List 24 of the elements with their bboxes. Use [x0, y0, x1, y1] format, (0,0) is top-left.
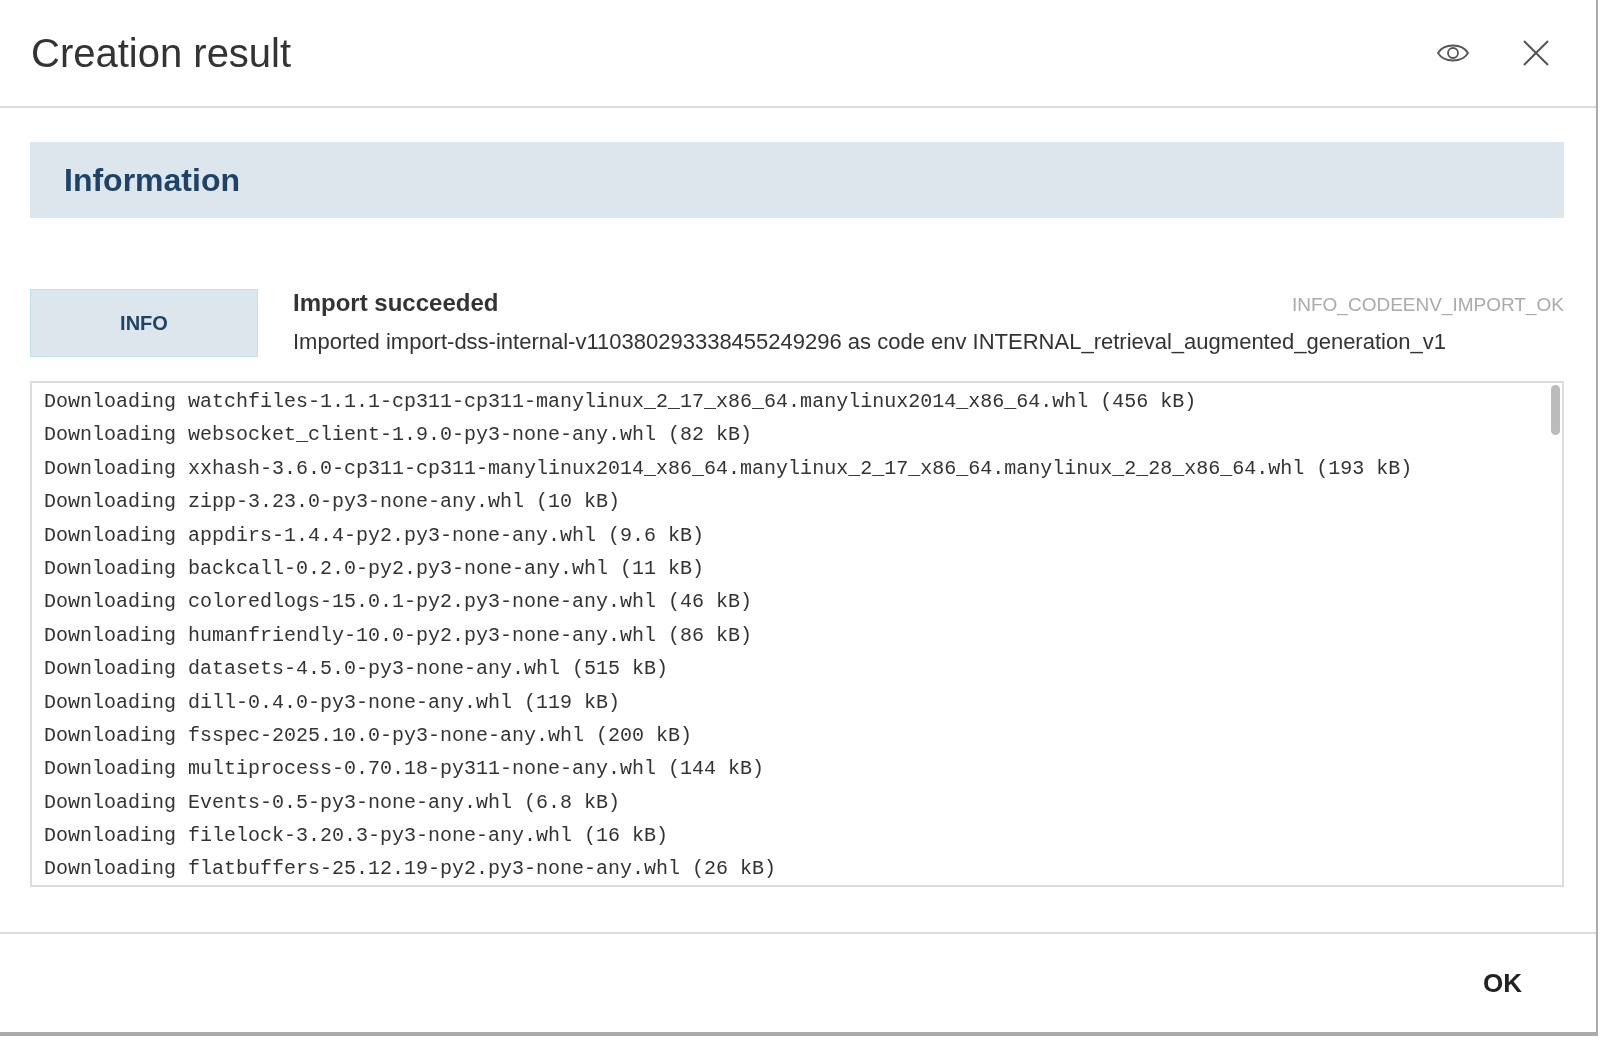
- log-line: Downloading zipp-3.23.0-py3-none-any.whl (10 kB): [44, 489, 622, 516]
- message-text: Imported import-dss-internal-v110380293338455249296 as code env INTERNAL_retrieval_augmented_generation_v1: [293, 329, 1447, 355]
- log-line: Downloading backcall-0.2.0-py2.py3-none-any.whl (11 kB): [44, 555, 706, 582]
- message-code: INFO_CODEENV_IMPORT_OK: [1291, 294, 1564, 316]
- log-line: Downloading websocket_client-1.9.0-py3-none-any.whl (82 kB): [44, 422, 754, 449]
- dialog-title: Creation result: [31, 30, 292, 76]
- level-badge: INFO: [30, 289, 258, 357]
- close-icon[interactable]: [1522, 39, 1550, 67]
- log-line: Downloading flatbuffers-25.12.19-py2.py3-none-any.whl (26 kB): [44, 856, 778, 883]
- section-title: Information: [64, 161, 240, 199]
- log-line: Downloading Events-0.5-py3-none-any.whl (6.8 kB): [44, 789, 622, 816]
- log-line: Downloading appdirs-1.4.4-py2.py3-none-any.whl (9.6 kB): [44, 522, 706, 549]
- log-line: Downloading datasets-4.5.0-py3-none-any.whl (515 kB): [44, 656, 670, 683]
- log-line: Downloading humanfriendly-10.0-py2.py3-none-any.whl (86 kB): [44, 622, 754, 649]
- log-line: Downloading xxhash-3.6.0-cp311-cp311-manylinux2014_x86_64.manylinux_2_17_x86_64.manylinux_2_28_x86_64.whl (193 kB): [44, 455, 1414, 482]
- message-title: Import succeeded: [293, 289, 499, 317]
- scrollbar-thumb[interactable]: [1551, 385, 1560, 435]
- ok-button[interactable]: OK: [1479, 961, 1526, 1005]
- log-line: Downloading watchfiles-1.1.1-cp311-cp311-manylinux_2_17_x86_64.manylinux2014_x86_64.whl (456 kB): [44, 389, 1198, 415]
- log-line: Downloading coloredlogs-15.0.1-py2.py3-none-any.whl (46 kB): [44, 589, 754, 616]
- log-line: Downloading fsspec-2025.10.0-py3-none-any.whl (200 kB): [44, 722, 694, 749]
- log-line: Downloading multiprocess-0.70.18-py311-none-any.whl (144 kB): [44, 756, 766, 783]
- log-line: Downloading filelock-3.20.3-py3-none-any.whl (16 kB): [44, 823, 670, 850]
- log-line: Downloading dill-0.4.0-py3-none-any.whl (119 kB): [44, 689, 622, 716]
